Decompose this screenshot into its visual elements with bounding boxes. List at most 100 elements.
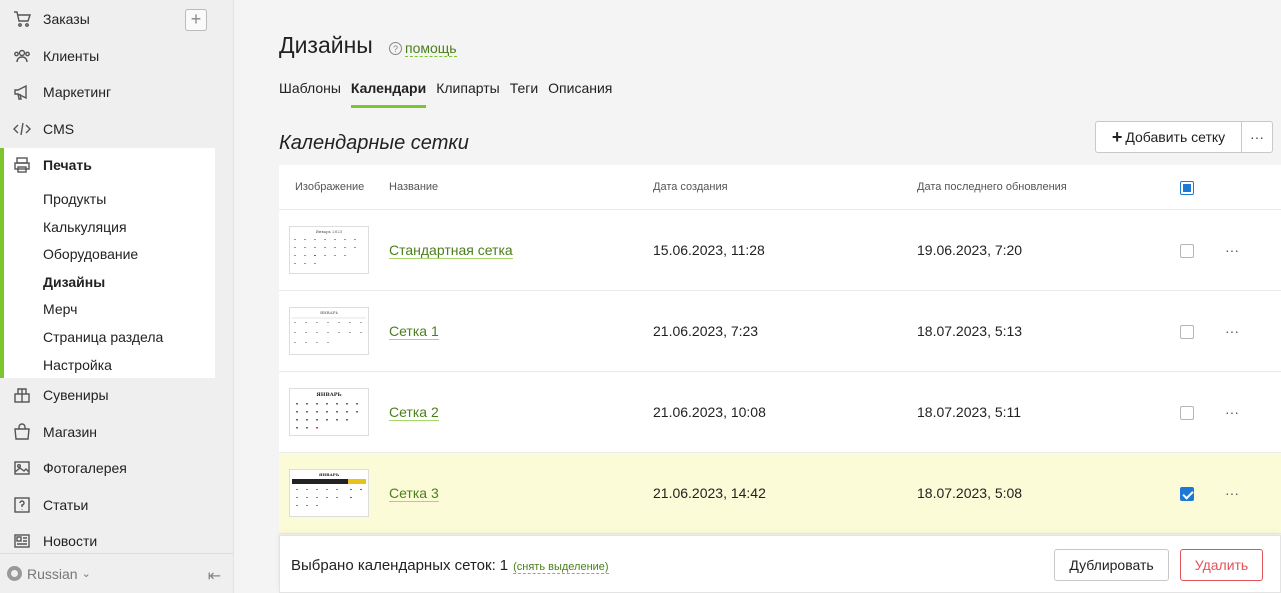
column-header-image: Изображение	[295, 181, 365, 193]
cart-icon	[12, 9, 32, 29]
created-date: 21.06.2023, 14:42	[653, 485, 766, 501]
updated-date: 18.07.2023, 5:13	[917, 323, 1023, 339]
selection-label: Выбрано календарных сеток:	[291, 557, 496, 574]
plus-icon: +	[1111, 126, 1123, 147]
sidebar-footer: Russian ⌄ ⇤	[0, 553, 234, 593]
row-checkbox[interactable]	[1180, 487, 1194, 501]
svg-text:ЯНВАРЬ: ЯНВАРЬ	[320, 310, 338, 315]
tab-cliparts[interactable]: Клипарты	[436, 80, 499, 108]
add-grid-label: Добавить сетку	[1125, 129, 1226, 145]
megaphone-icon	[12, 82, 32, 102]
nav-item-cms[interactable]: CMS	[0, 111, 234, 147]
calendar-thumbnail: ЯНВАРЬ	[289, 388, 369, 436]
help-link[interactable]: ? помощь	[389, 40, 457, 57]
nav-item-marketing[interactable]: Маркетинг	[0, 74, 234, 110]
globe-icon	[7, 566, 22, 581]
sub-item-section-page[interactable]: Страница раздела	[43, 329, 163, 345]
nav-item-shop[interactable]: Магазин	[0, 414, 234, 450]
table-row[interactable]: ЯНВАРЬ Сетка 2 21.06.2023, 10:08 18.07.2…	[279, 372, 1281, 453]
nav-label: Клиенты	[43, 48, 100, 64]
duplicate-button[interactable]: Дублировать	[1054, 549, 1169, 581]
table-row[interactable]: ЯНВАРЬ Сетка 3 21.06.2023, 14:42 18.07.2…	[279, 453, 1281, 534]
updated-date: 18.07.2023, 5:08	[917, 485, 1023, 501]
table-row[interactable]: Январь 2023 Стандартная сетка 15.06.2023…	[279, 210, 1281, 291]
column-header-name[interactable]: Название	[389, 181, 438, 193]
select-all-checkbox[interactable]	[1180, 181, 1194, 195]
table-row[interactable]: ЯНВАРЬ Сетка 1 21.06.2023, 7:23 18.07.20…	[279, 291, 1281, 372]
created-date: 15.06.2023, 11:28	[653, 242, 765, 258]
sub-item-settings[interactable]: Настройка	[43, 357, 112, 373]
nav-label: Фотогалерея	[43, 460, 127, 476]
language-label: Russian	[27, 565, 78, 582]
created-date: 21.06.2023, 7:23	[653, 323, 759, 339]
svg-text:Январь 2023: Январь 2023	[316, 229, 343, 234]
section-title: Календарные сетки	[279, 132, 469, 154]
grid-name-link[interactable]: Стандартная сетка	[389, 242, 513, 259]
page-title: Дизайны	[279, 32, 373, 58]
updated-date: 19.06.2023, 7:20	[917, 242, 1023, 258]
nav-label: Маркетинг	[43, 84, 112, 100]
souvenir-icon	[12, 385, 32, 405]
calendar-thumbnail: Январь 2023	[289, 226, 369, 274]
row-more-button[interactable]: ···	[1225, 485, 1239, 501]
printer-icon	[12, 155, 32, 175]
selection-summary: Выбрано календарных сеток: 1 (снять выделе…	[291, 557, 609, 574]
calendar-thumbnail: ЯНВАРЬ	[289, 469, 369, 517]
row-more-button[interactable]: ···	[1225, 242, 1239, 258]
created-date: 21.06.2023, 10:08	[653, 404, 766, 420]
calendar-thumbnail: ЯНВАРЬ	[289, 307, 369, 355]
selection-count: 1	[499, 557, 509, 574]
tabs: Шаблоны Календари Клипарты Теги Описания	[279, 80, 622, 108]
shop-icon	[12, 422, 32, 442]
question-icon: ?	[389, 42, 402, 55]
nav-item-gallery[interactable]: Фотогалерея	[0, 450, 234, 486]
column-header-created[interactable]: Дата создания	[653, 181, 728, 193]
delete-button[interactable]: Удалить	[1180, 549, 1263, 581]
tab-tags[interactable]: Теги	[510, 80, 538, 108]
users-icon	[12, 46, 32, 66]
updated-date: 18.07.2023, 5:11	[917, 404, 1022, 420]
table-header: Изображение Название Дата создания Дата …	[279, 165, 1281, 210]
nav-item-souvenirs[interactable]: Сувениры	[0, 377, 234, 413]
nav-item-orders[interactable]: Заказы +	[0, 1, 234, 37]
calendar-grids-table: Изображение Название Дата создания Дата …	[279, 165, 1281, 534]
row-checkbox[interactable]	[1180, 244, 1194, 258]
column-header-updated[interactable]: Дата последнего обновления	[917, 181, 1067, 193]
more-actions-button[interactable]: ···	[1241, 121, 1273, 153]
grid-name-link[interactable]: Сетка 3	[389, 485, 439, 502]
sub-item-calculation[interactable]: Калькуляция	[43, 219, 127, 235]
tab-calendars[interactable]: Календари	[350, 80, 427, 108]
nav-label: Сувениры	[43, 387, 109, 403]
row-checkbox[interactable]	[1180, 325, 1194, 339]
grid-name-link[interactable]: Сетка 1	[389, 323, 439, 340]
nav-item-clients[interactable]: Клиенты	[0, 38, 234, 74]
tab-descriptions[interactable]: Описания	[548, 80, 612, 108]
nav-item-articles[interactable]: Статьи	[0, 487, 234, 523]
code-icon	[12, 119, 32, 139]
tab-templates[interactable]: Шаблоны	[279, 80, 341, 108]
help-label: помощь	[405, 40, 457, 57]
grid-name-link[interactable]: Сетка 2	[389, 404, 439, 421]
nav-group-print: Печать Продукты Калькуляция Оборудование…	[0, 148, 215, 378]
gallery-icon	[12, 458, 32, 478]
sub-item-products[interactable]: Продукты	[43, 191, 106, 207]
language-select[interactable]: Russian ⌄	[7, 566, 91, 582]
svg-text:ЯНВАРЬ: ЯНВАРЬ	[316, 392, 341, 398]
svg-text:ЯНВАРЬ: ЯНВАРЬ	[319, 472, 340, 477]
collapse-sidebar-icon[interactable]: ⇤	[208, 566, 221, 586]
row-checkbox[interactable]	[1180, 406, 1194, 420]
row-more-button[interactable]: ···	[1225, 323, 1239, 339]
row-more-button[interactable]: ···	[1225, 404, 1239, 420]
sub-item-designs[interactable]: Дизайны	[43, 274, 105, 290]
sub-item-merch[interactable]: Мерч	[43, 301, 77, 317]
nav-label: CMS	[43, 121, 75, 137]
chevron-down-icon: ⌄	[81, 568, 91, 580]
unselect-link[interactable]: (снять выделение)	[513, 561, 609, 574]
sub-item-equipment[interactable]: Оборудование	[43, 246, 138, 262]
sidebar: Заказы + Клиенты Маркетинг CMS Печать Пр…	[0, 0, 234, 593]
nav-item-print[interactable]: Печать	[4, 148, 92, 182]
nav-label: Заказы	[43, 11, 90, 27]
main-content: Дизайны ? помощь Шаблоны Календари Клипа…	[234, 0, 1281, 593]
add-grid-button[interactable]: + Добавить сетку	[1095, 121, 1242, 153]
add-order-button[interactable]: +	[185, 9, 207, 31]
